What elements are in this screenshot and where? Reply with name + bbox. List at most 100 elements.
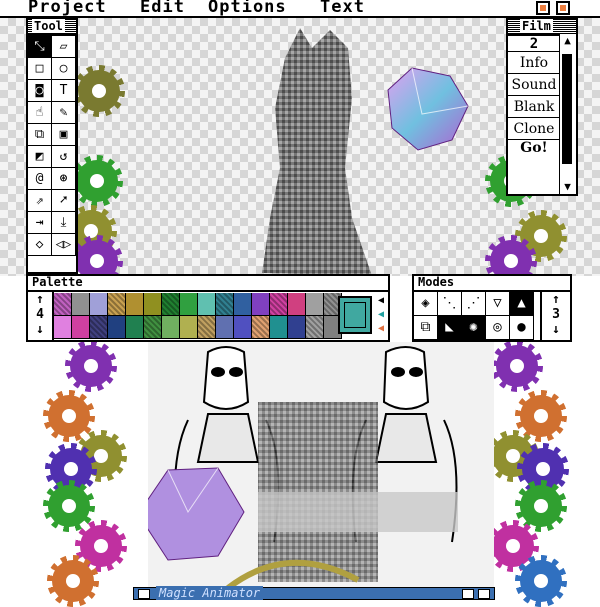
color-swatch[interactable] (108, 316, 126, 339)
modes-window: Modes ◈ ⋱ ⋰ ▽ ▲ ⧉ ◣ ✺ ◎ ● ↑ 3 ↓ (412, 274, 572, 342)
scroll-down-icon[interactable]: ▼ (560, 180, 575, 194)
color-swatch[interactable] (288, 293, 306, 316)
color-swatch[interactable] (234, 293, 252, 316)
modes-window-title[interactable]: Modes (414, 276, 570, 292)
color-swatch[interactable] (108, 293, 126, 316)
color-swatch[interactable] (90, 316, 108, 339)
lasso-icon[interactable]: ⤡ (28, 36, 52, 58)
bg-pointer-icon[interactable]: ◀ (374, 322, 388, 336)
stamp-icon[interactable]: ▣ (52, 124, 76, 146)
menu-project[interactable]: Project (28, 0, 107, 17)
diamond-icon[interactable]: ◇ (28, 234, 52, 256)
arrow-down-icon[interactable]: ↓ (28, 322, 52, 337)
blank-button[interactable]: Blank (508, 96, 560, 118)
hand-icon[interactable]: ☝ (28, 102, 52, 124)
color-swatch[interactable] (180, 316, 198, 339)
palette-window-title[interactable]: Palette (28, 276, 388, 292)
modes-grid: ◈ ⋱ ⋰ ▽ ▲ ⧉ ◣ ✺ ◎ ● (414, 292, 534, 340)
go-button[interactable]: Go! (508, 140, 560, 172)
collapse-icon[interactable] (478, 589, 490, 599)
download-icon[interactable]: ⤓ (52, 212, 76, 234)
fg-pointer-icon[interactable]: ◀ (374, 294, 388, 308)
dither-mode-icon[interactable]: ⋱ (438, 292, 462, 316)
arrow-up-icon[interactable]: ↑ (542, 292, 570, 307)
spiral-icon[interactable]: @ (28, 168, 52, 190)
arrow-down-icon[interactable]: ↓ (542, 322, 570, 337)
tool-window-title[interactable]: Tool (28, 19, 76, 36)
color-swatch[interactable] (306, 316, 324, 339)
color-swatch[interactable] (162, 293, 180, 316)
color-swatch[interactable] (306, 293, 324, 316)
color-swatch[interactable] (252, 316, 270, 339)
circle-mode-icon[interactable]: ◎ (486, 316, 510, 340)
pencil-icon[interactable]: ✎ (52, 102, 76, 124)
window-icon[interactable] (556, 1, 570, 15)
copy-mode-icon[interactable]: ⧉ (414, 316, 438, 340)
move-in-icon[interactable]: ⇥ (28, 212, 52, 234)
close-icon[interactable] (138, 589, 150, 599)
filled-circle-icon[interactable]: ● (510, 316, 534, 340)
gear-icon (71, 155, 123, 207)
eraser-icon[interactable]: ▱ (52, 36, 76, 58)
menu-edit[interactable]: Edit (140, 0, 185, 17)
color-swatch[interactable] (288, 316, 306, 339)
color-swatch[interactable] (72, 293, 90, 316)
color-swatch[interactable] (126, 293, 144, 316)
color-swatch[interactable] (126, 316, 144, 339)
zoom-icon[interactable] (462, 589, 474, 599)
sound-button[interactable]: Sound (508, 74, 560, 96)
color-selector-arrows: ◀ ◀ ◀ (374, 294, 388, 336)
bucket-icon[interactable]: ◩ (28, 146, 52, 168)
mountain-mode-icon[interactable]: ◣ (438, 316, 462, 340)
spray-icon[interactable]: ◙ (28, 80, 52, 102)
color-swatch[interactable] (54, 316, 72, 339)
color-swatch[interactable] (54, 293, 72, 316)
scroll-up-icon[interactable]: ▲ (560, 34, 575, 48)
window-icon[interactable] (536, 1, 550, 15)
color-swatch[interactable] (252, 293, 270, 316)
color-swatch[interactable] (144, 293, 162, 316)
color-swatch[interactable] (144, 316, 162, 339)
color-swatch[interactable] (198, 293, 216, 316)
color-swatch[interactable] (162, 316, 180, 339)
color-swatch[interactable] (216, 316, 234, 339)
menu-text[interactable]: Text (320, 0, 365, 17)
triangle-up-icon[interactable]: ▲ (510, 292, 534, 316)
swirl-icon[interactable]: ⊛ (52, 168, 76, 190)
status-title: Magic Animator (156, 586, 264, 600)
menu-options[interactable]: Options (208, 0, 287, 17)
oval-icon[interactable]: ○ (52, 58, 76, 80)
copy-brush-icon[interactable]: ⧉ (28, 124, 52, 146)
status-window-bar[interactable]: Magic Animator (133, 586, 495, 600)
color-swatch[interactable] (198, 316, 216, 339)
color-swatch[interactable] (234, 316, 252, 339)
scroll-thumb[interactable] (562, 54, 572, 164)
rectangle-icon[interactable]: □ (28, 58, 52, 80)
text-tool-icon[interactable]: T (52, 80, 76, 102)
color-swatches (54, 293, 342, 339)
color-swatch[interactable] (72, 316, 90, 339)
current-color[interactable] (338, 296, 372, 334)
film-window: Film 2 Info Sound Blank Clone Go! ▲ ▼ (506, 18, 578, 196)
color-swatch[interactable] (180, 293, 198, 316)
color-swatch[interactable] (216, 293, 234, 316)
arrow-up-icon[interactable]: ↑ (28, 292, 52, 307)
shade-mode-icon[interactable]: ⋰ (462, 292, 486, 316)
color-swatch[interactable] (270, 316, 288, 339)
pointer-icon[interactable]: ➚ (52, 190, 76, 212)
active-pointer-icon[interactable]: ◀ (374, 308, 388, 322)
gear-icon (43, 390, 95, 442)
clone-button[interactable]: Clone (508, 118, 560, 140)
runner-mode-icon[interactable]: ✺ (462, 316, 486, 340)
color-swatch[interactable] (270, 293, 288, 316)
film-scrollbar[interactable]: ▲ ▼ (559, 34, 576, 194)
paint-icon[interactable]: ⇗ (28, 190, 52, 212)
transparent-mode-icon[interactable]: ◈ (414, 292, 438, 316)
palette-page-number: 4 (36, 307, 44, 322)
curve-icon[interactable]: ↺ (52, 146, 76, 168)
info-button[interactable]: Info (508, 52, 560, 74)
flip-icon[interactable]: ◁▷ (52, 234, 76, 256)
color-swatch[interactable] (90, 293, 108, 316)
lower-artwork (148, 342, 494, 588)
triangle-down-icon[interactable]: ▽ (486, 292, 510, 316)
